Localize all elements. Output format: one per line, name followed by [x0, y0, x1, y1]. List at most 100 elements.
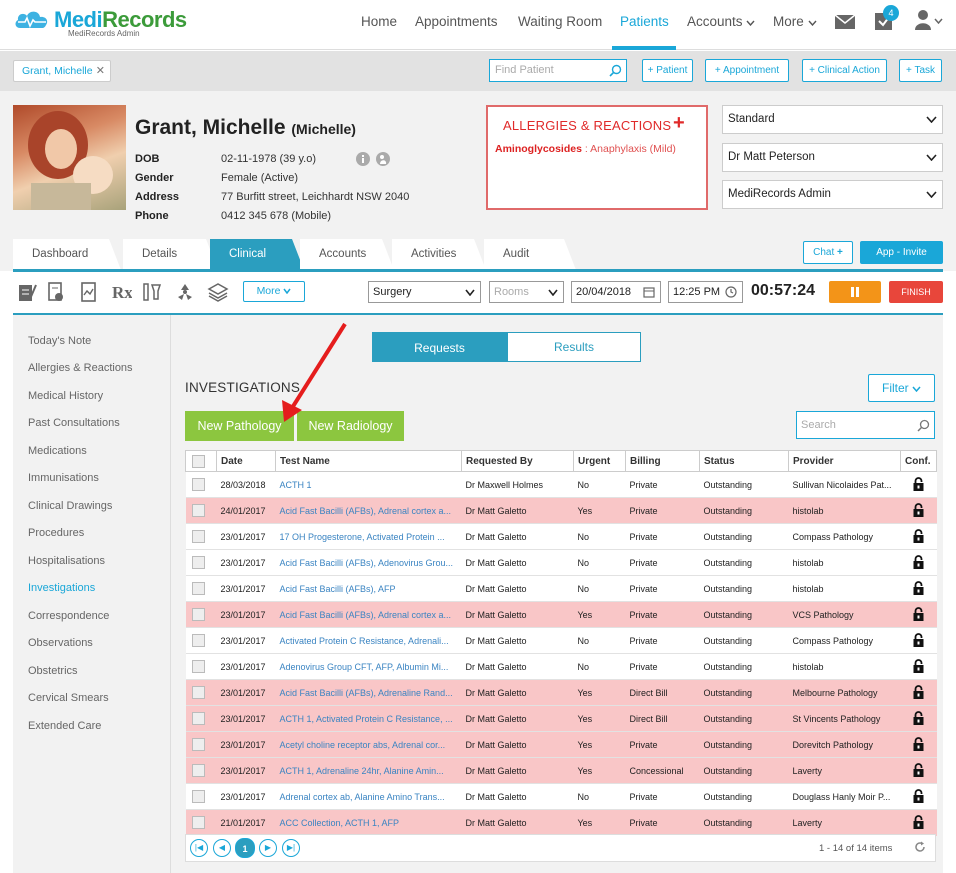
row-select-cell[interactable] [185, 679, 217, 706]
cell-confidential[interactable] [900, 757, 937, 784]
new-pathology-button[interactable]: New Pathology [185, 411, 294, 441]
mail-icon[interactable] [834, 11, 856, 33]
lock-icon[interactable] [913, 632, 924, 647]
pregnancy-icon[interactable] [376, 152, 390, 166]
lock-icon[interactable] [913, 814, 924, 829]
sidebar-item-correspondence[interactable]: Correspondence [28, 610, 109, 622]
row-select-cell[interactable] [185, 575, 217, 602]
app-invite-button[interactable]: App - Invite [860, 241, 943, 264]
cell-confidential[interactable] [900, 601, 937, 628]
calendar-icon[interactable] [643, 286, 655, 298]
sidebar-item-medical-history[interactable]: Medical History [28, 390, 103, 402]
column-header-requested-by[interactable]: Requested By [461, 450, 574, 472]
row-select-cell[interactable] [185, 731, 217, 758]
cell-test-name[interactable]: Acetyl choline receptor abs, Adrenal cor… [275, 731, 462, 758]
rooms-select[interactable]: Rooms [489, 281, 564, 303]
column-header-date[interactable]: Date [216, 450, 276, 472]
add-allergy-icon[interactable]: + [673, 112, 685, 135]
next-page-button[interactable]: ▶ [259, 839, 277, 857]
tab-audit[interactable]: Audit [484, 239, 576, 270]
column-header-status[interactable]: Status [699, 450, 789, 472]
nav-more[interactable]: More [773, 14, 817, 30]
table-row[interactable]: 23/01/2017 Acetyl choline receptor abs, A… [185, 731, 937, 758]
row-select-cell[interactable] [185, 705, 217, 732]
row-checkbox[interactable] [191, 530, 205, 543]
add-clinical-action-button[interactable]: + Clinical Action [802, 59, 887, 82]
cell-confidential[interactable] [900, 549, 937, 576]
cell-test-name[interactable]: Adenovirus Group CFT, AFP, Albumin Mi... [275, 653, 462, 680]
column-header-urgent[interactable]: Urgent [573, 450, 626, 472]
cell-test-name[interactable]: Activated Protein C Resistance, Adrenali… [275, 627, 462, 654]
table-row[interactable]: 23/01/2017 Acid Fast Bacilli (AFBs), Adre… [185, 601, 937, 628]
cell-confidential[interactable] [900, 731, 937, 758]
allergy-item[interactable]: Aminoglycosides : Anaphylaxis (Mild) [495, 143, 676, 155]
cell-confidential[interactable] [900, 783, 937, 810]
sidebar-item-medications[interactable]: Medications [28, 445, 87, 457]
table-row[interactable]: 28/03/2018 ACTH 1 Dr Maxwell Holmes No Priva… [185, 471, 937, 498]
lock-icon[interactable] [913, 476, 924, 491]
sidebar-item-procedures[interactable]: Procedures [28, 527, 84, 539]
lock-icon[interactable] [913, 502, 924, 517]
nav-waiting-room[interactable]: Waiting Room [518, 14, 602, 30]
request-form-icon[interactable] [45, 281, 67, 303]
row-select-cell[interactable] [185, 523, 217, 550]
close-icon[interactable]: ✕ [96, 61, 105, 81]
pathology-flask-icon[interactable] [141, 281, 163, 303]
time-input[interactable]: 12:25 PM [668, 281, 743, 303]
finish-button[interactable]: FINISH [889, 281, 943, 303]
sidebar-item-obstetrics[interactable]: Obstetrics [28, 665, 78, 677]
cell-confidential[interactable] [900, 575, 937, 602]
chat-button[interactable]: Chat + [803, 241, 853, 264]
report-icon[interactable] [78, 281, 100, 303]
lock-icon[interactable] [913, 736, 924, 751]
new-radiology-button[interactable]: New Radiology [297, 411, 404, 441]
nav-patients[interactable]: Patients [620, 14, 669, 30]
sidebar-item-past-consultations[interactable]: Past Consultations [28, 417, 120, 429]
sidebar-item-clinical-drawings[interactable]: Clinical Drawings [28, 500, 112, 512]
info-icon[interactable] [356, 152, 370, 166]
add-patient-button[interactable]: + Patient [642, 59, 693, 82]
select-all-header[interactable] [185, 450, 217, 472]
sidebar-item-allergies[interactable]: Allergies & Reactions [28, 362, 133, 374]
row-select-cell[interactable] [185, 809, 217, 836]
row-select-cell[interactable] [185, 471, 217, 498]
current-page-button[interactable]: 1 [235, 838, 255, 858]
sidebar-item-immunisations[interactable]: Immunisations [28, 472, 99, 484]
cell-confidential[interactable] [900, 653, 937, 680]
tab-dashboard[interactable]: Dashboard [13, 239, 121, 270]
stack-icon[interactable] [207, 281, 229, 303]
cell-test-name[interactable]: ACTH 1, Adrenaline 24hr, Alanine Amin... [275, 757, 462, 784]
select-all-checkbox[interactable] [192, 454, 205, 468]
row-select-cell[interactable] [185, 549, 217, 576]
cell-test-name[interactable]: Acid Fast Bacilli (AFBs), Adrenal cortex… [275, 497, 462, 524]
note-icon[interactable] [16, 281, 38, 303]
nav-home[interactable]: Home [361, 14, 397, 30]
tab-clinical[interactable]: Clinical [210, 239, 304, 270]
table-row[interactable]: 23/01/2017 Activated Protein C Resistance… [185, 627, 937, 654]
cell-confidential[interactable] [900, 809, 937, 836]
row-checkbox[interactable] [191, 660, 205, 673]
sidebar-item-observations[interactable]: Observations [28, 637, 93, 649]
table-row[interactable]: 21/01/2017 ACC Collection, ACTH 1, AFP Dr … [185, 809, 937, 836]
filter-button[interactable]: Filter [868, 374, 935, 402]
add-task-button[interactable]: + Task [899, 59, 942, 82]
pause-button[interactable] [829, 281, 881, 303]
more-tools-button[interactable]: More [243, 281, 305, 302]
row-checkbox[interactable] [191, 608, 205, 621]
cell-test-name[interactable]: Acid Fast Bacilli (AFBs), Adenovirus Gro… [275, 549, 462, 576]
sidebar-item-hospitalisations[interactable]: Hospitalisations [28, 555, 105, 567]
last-page-button[interactable]: ▶| [282, 839, 300, 857]
lock-icon[interactable] [913, 528, 924, 543]
table-row[interactable]: 23/01/2017 Adenovirus Group CFT, AFP, Alb… [185, 653, 937, 680]
column-header-test-name[interactable]: Test Name [275, 450, 462, 472]
lock-icon[interactable] [913, 580, 924, 595]
cell-confidential[interactable] [900, 471, 937, 498]
requests-segment[interactable]: Requests [372, 332, 507, 362]
sidebar-item-investigations[interactable]: Investigations [28, 582, 95, 594]
column-header-billing[interactable]: Billing [625, 450, 700, 472]
row-select-cell[interactable] [185, 757, 217, 784]
radiology-icon[interactable] [174, 281, 196, 303]
row-checkbox[interactable] [191, 582, 205, 595]
investigations-search-input[interactable]: Search [796, 411, 935, 439]
date-input[interactable]: 20/04/2018 [571, 281, 661, 303]
